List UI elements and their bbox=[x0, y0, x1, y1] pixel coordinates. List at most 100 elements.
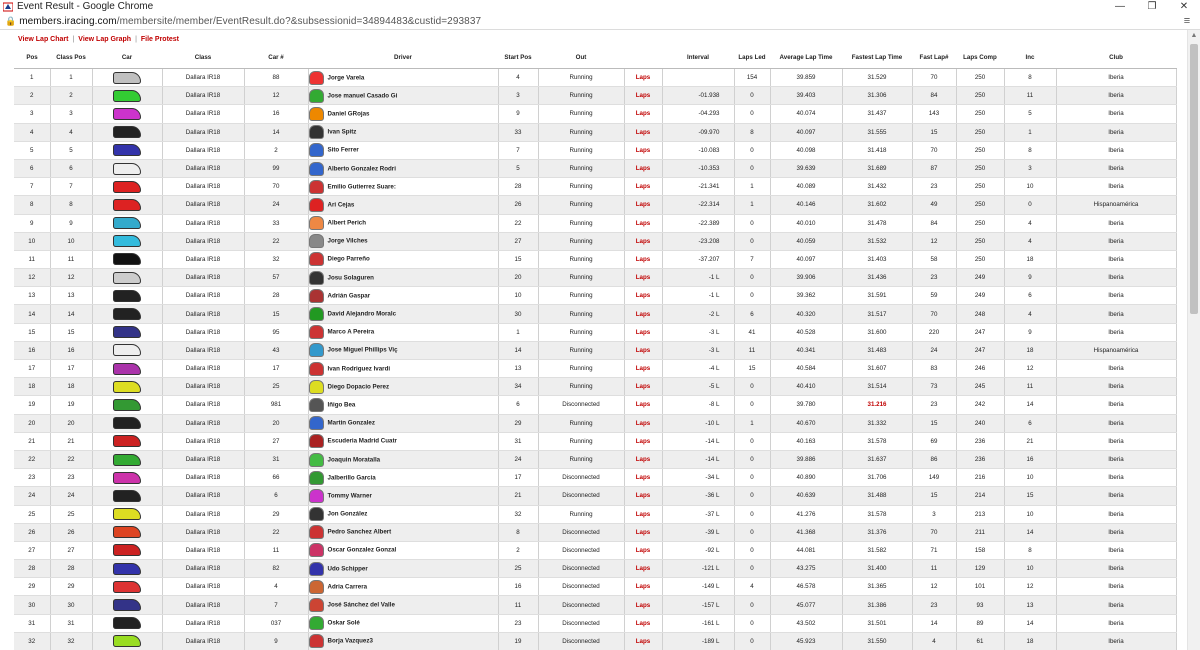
minimize-icon[interactable]: — bbox=[1104, 0, 1136, 13]
laps-link[interactable]: Laps bbox=[624, 286, 663, 306]
laps-link[interactable]: Laps bbox=[624, 432, 663, 451]
laps-link[interactable]: Laps bbox=[624, 159, 663, 179]
driver-name[interactable]: José Sánchez del Valle bbox=[328, 602, 395, 609]
laps-link[interactable]: Laps bbox=[624, 177, 663, 197]
driver-name[interactable]: Ivan Spitz bbox=[328, 129, 357, 136]
driver-name[interactable]: Iñigo Bea bbox=[328, 401, 356, 408]
table-row: 2 2 Dallara IR18 12 Jose manuel Casado Gi 3 Ru… bbox=[14, 86, 1177, 106]
fast-cell: 31.418 bbox=[842, 141, 913, 160]
start-cell: 31 bbox=[498, 432, 539, 451]
fast-cell: 31.582 bbox=[842, 541, 913, 561]
laps-link[interactable]: Laps bbox=[624, 577, 663, 597]
browser-menu-icon[interactable]: ≡ bbox=[1174, 15, 1200, 27]
comp-cell: 250 bbox=[956, 104, 1005, 124]
driver-cell: Escuderia Madrid Cuatr bbox=[308, 432, 499, 451]
laps-link[interactable]: Laps bbox=[624, 268, 663, 288]
driver-name[interactable]: Tommy Warner bbox=[328, 492, 372, 499]
driver-name[interactable]: Borja Vazquez3 bbox=[328, 638, 373, 645]
scroll-up-icon[interactable]: ▲ bbox=[1188, 30, 1200, 42]
cls-cell: Dallara IR18 bbox=[162, 177, 245, 197]
laps-link[interactable]: Laps bbox=[624, 541, 663, 561]
interval-cell bbox=[662, 68, 735, 88]
view-lap-graph-link[interactable]: View Lap Graph bbox=[78, 36, 131, 43]
laps-link[interactable]: Laps bbox=[624, 86, 663, 106]
laps-link[interactable]: Laps bbox=[624, 304, 663, 324]
laps-link[interactable]: Laps bbox=[624, 359, 663, 379]
view-lap-chart-link[interactable]: View Lap Chart bbox=[18, 36, 68, 43]
driver-name[interactable]: Sito Ferrer bbox=[328, 147, 359, 154]
driver-name[interactable]: Udo Schipper bbox=[328, 565, 368, 572]
close-icon[interactable]: ✕ bbox=[1168, 0, 1200, 13]
driver-name[interactable]: Adria Carrera bbox=[328, 583, 368, 590]
avg-cell: 39.886 bbox=[770, 450, 843, 470]
driver-name[interactable]: Daniel GRojas bbox=[328, 110, 370, 117]
laps-link[interactable]: Laps bbox=[624, 486, 663, 506]
laps-link[interactable]: Laps bbox=[624, 450, 663, 470]
laps-link[interactable]: Laps bbox=[624, 123, 663, 142]
car-image bbox=[113, 126, 141, 139]
driver-name[interactable]: Diego Parreño bbox=[328, 256, 370, 263]
column-header: Laps Led bbox=[734, 46, 770, 69]
car-cell bbox=[92, 123, 163, 142]
car-image bbox=[113, 617, 141, 630]
laps-link[interactable]: Laps bbox=[624, 614, 663, 633]
driver-name[interactable]: Jose Miguel Phillips Viç bbox=[328, 347, 398, 354]
laps-link[interactable]: Laps bbox=[624, 377, 663, 397]
laps-link[interactable]: Laps bbox=[624, 395, 663, 415]
driver-name[interactable]: Martin Gonzalez bbox=[328, 420, 375, 427]
out-cell: Running bbox=[538, 359, 625, 379]
out-cell: Running bbox=[538, 304, 625, 324]
driver-name[interactable]: Jorge Vilches bbox=[328, 238, 368, 245]
laps-link[interactable]: Laps bbox=[624, 468, 663, 488]
laps-link[interactable]: Laps bbox=[624, 341, 663, 361]
driver-name[interactable]: Alberto Gonzalez Rodri bbox=[328, 165, 396, 172]
driver-name[interactable]: Adrián Gaspar bbox=[328, 292, 371, 299]
laps-link[interactable]: Laps bbox=[624, 68, 663, 88]
laps-link[interactable]: Laps bbox=[624, 414, 663, 433]
laps-link[interactable]: Laps bbox=[624, 559, 663, 579]
laps-link[interactable]: Laps bbox=[624, 214, 663, 233]
address-bar[interactable]: 🔒 members.iracing.com/membersite/member/… bbox=[0, 13, 1200, 30]
car-image bbox=[113, 453, 141, 466]
driver-name[interactable]: Josu Solaguren bbox=[328, 274, 374, 281]
driver-name[interactable]: Oskar Solé bbox=[328, 620, 360, 627]
laps-link[interactable]: Laps bbox=[624, 505, 663, 524]
driver-name[interactable]: Pedro Sanchez Albert bbox=[328, 529, 392, 536]
num-cell: 43 bbox=[244, 341, 309, 361]
car-image bbox=[113, 417, 141, 430]
driver-name[interactable]: Joaquin Moratalla bbox=[328, 456, 381, 463]
file-protest-link[interactable]: File Protest bbox=[141, 36, 179, 43]
comp-cell: 250 bbox=[956, 123, 1005, 142]
driver-name[interactable]: Jorge Varela bbox=[328, 74, 365, 81]
vertical-scrollbar[interactable]: ▲ bbox=[1187, 30, 1200, 650]
driver-name[interactable]: Jose manuel Casado Gi bbox=[328, 92, 398, 99]
restore-icon[interactable]: ❐ bbox=[1136, 0, 1168, 13]
scrollbar-thumb[interactable] bbox=[1190, 44, 1198, 314]
laps-link[interactable]: Laps bbox=[624, 523, 663, 542]
driver-name[interactable]: Escuderia Madrid Cuatr bbox=[328, 438, 397, 445]
driver-name[interactable]: Jon González bbox=[328, 511, 368, 518]
laps-link[interactable]: Laps bbox=[624, 141, 663, 160]
driver-name[interactable]: Jalberillo Garcia bbox=[328, 474, 376, 481]
driver-name[interactable]: Emilio Gutierrez Suare: bbox=[328, 183, 396, 190]
driver-name[interactable]: Marco A Pereira bbox=[328, 329, 375, 336]
driver-name[interactable]: Diego Dopacio Perez bbox=[328, 383, 390, 390]
driver-name[interactable]: Albert Perich bbox=[328, 220, 367, 227]
laps-link[interactable]: Laps bbox=[624, 250, 663, 270]
laps-link[interactable]: Laps bbox=[624, 323, 663, 342]
driver-name[interactable]: Ivan Rodriguez Ivardi bbox=[328, 365, 391, 372]
cls-cell: Dallara IR18 bbox=[162, 523, 245, 542]
laps-link[interactable]: Laps bbox=[624, 195, 663, 215]
table-row: 23 23 Dallara IR18 66 Jalberillo Garcia 17 Dis… bbox=[14, 468, 1177, 488]
laps-link[interactable]: Laps bbox=[624, 232, 663, 251]
laps-link[interactable]: Laps bbox=[624, 632, 663, 650]
driver-name[interactable]: Ari Cejas bbox=[328, 201, 355, 208]
driver-name[interactable]: Oscar Gonzalez Gonzal bbox=[328, 547, 397, 554]
cpos-cell: 14 bbox=[50, 304, 93, 324]
lock-icon[interactable]: 🔒 bbox=[5, 16, 16, 27]
laps-link[interactable]: Laps bbox=[624, 104, 663, 124]
url-text[interactable]: members.iracing.com/membersite/member/Ev… bbox=[19, 16, 1174, 27]
laps-link[interactable]: Laps bbox=[624, 595, 663, 615]
car-image bbox=[113, 344, 141, 357]
driver-name[interactable]: David Alejandro Moralc bbox=[328, 311, 397, 318]
